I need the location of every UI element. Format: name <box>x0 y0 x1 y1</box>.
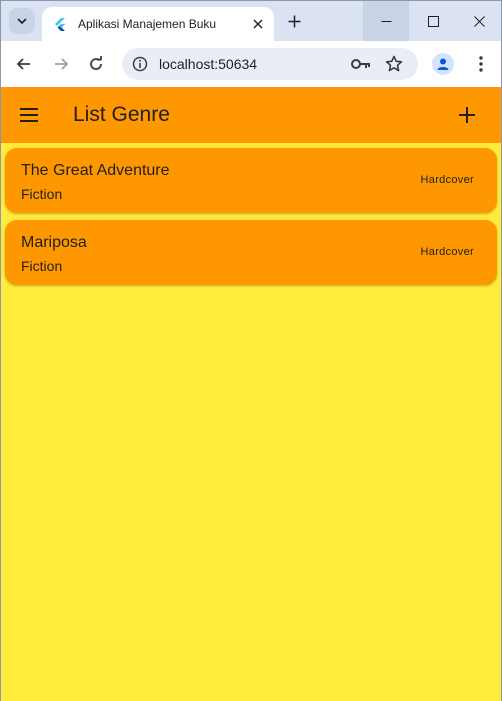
window-close-button[interactable] <box>456 1 502 41</box>
info-icon[interactable] <box>130 54 150 74</box>
minimize-icon <box>381 20 391 22</box>
key-icon[interactable] <box>350 54 372 74</box>
add-button[interactable] <box>455 103 479 127</box>
address-url: localhost:50634 <box>159 56 258 72</box>
forward-button[interactable] <box>47 50 75 78</box>
flutter-icon <box>52 16 68 32</box>
list-item[interactable]: The Great Adventure Fiction Hardcover <box>5 148 497 213</box>
book-title: The Great Adventure <box>21 162 170 179</box>
new-tab-button[interactable] <box>282 9 306 33</box>
more-vert-icon[interactable] <box>471 54 491 74</box>
profile-icon[interactable] <box>432 53 454 75</box>
book-format: Hardcover <box>420 174 474 186</box>
book-genre: Fiction <box>21 258 63 274</box>
book-format: Hardcover <box>420 246 474 258</box>
plus-icon <box>288 15 300 27</box>
reload-icon <box>90 56 102 70</box>
app-bar: List Genre <box>1 87 501 143</box>
chevron-down-icon <box>17 18 27 25</box>
book-genre: Fiction <box>21 186 63 202</box>
back-button[interactable] <box>10 50 38 78</box>
arrow-right-icon <box>55 58 69 70</box>
maximize-icon <box>427 15 439 27</box>
tab-search-button[interactable] <box>9 8 35 34</box>
tab-strip: Aplikasi Manajemen Buku <box>1 1 501 41</box>
plus-icon <box>459 107 475 123</box>
page-title: List Genre <box>73 103 170 126</box>
star-icon[interactable] <box>383 53 405 75</box>
book-title: Mariposa <box>21 234 87 251</box>
list-item[interactable]: Mariposa Fiction Hardcover <box>5 220 497 285</box>
close-icon <box>253 19 263 29</box>
tab-title: Aplikasi Manajemen Buku <box>78 17 217 31</box>
reload-button[interactable] <box>82 50 110 78</box>
tab-close-button[interactable] <box>246 12 270 36</box>
address-bar[interactable]: localhost:50634 <box>122 48 418 80</box>
browser-tab[interactable]: Aplikasi Manajemen Buku <box>42 7 274 41</box>
minimize-button[interactable] <box>363 1 409 41</box>
hamburger-icon[interactable] <box>17 103 41 127</box>
browser-toolbar: localhost:50634 <box>1 41 501 87</box>
maximize-button[interactable] <box>410 1 456 41</box>
app-viewport: List Genre The Great Adventure Fiction H… <box>1 87 501 701</box>
arrow-left-icon <box>16 58 30 70</box>
browser-window: Aplikasi Manajemen Buku localhost:50634 … <box>0 0 502 701</box>
close-icon <box>473 15 485 27</box>
